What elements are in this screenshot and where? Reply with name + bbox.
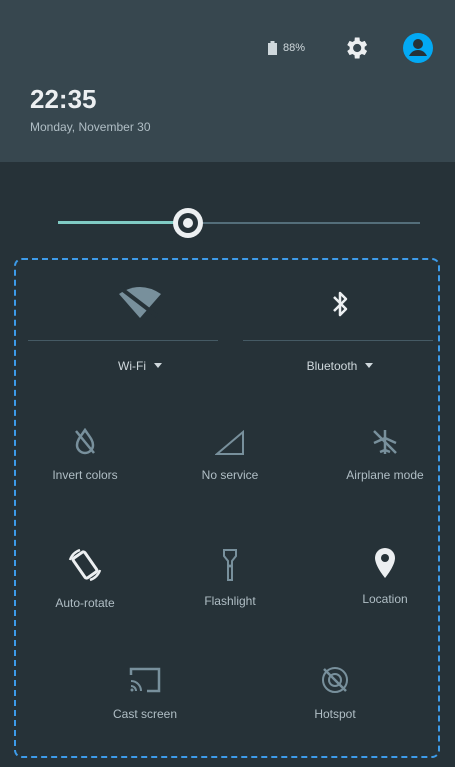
bluetooth-divider [243,340,433,341]
flashlight-label: Flashlight [204,594,256,608]
bluetooth-label: Bluetooth [306,359,358,373]
brightness-thumb-icon[interactable] [172,207,204,239]
invert-colors-tile[interactable]: Invert colors [30,428,140,482]
bluetooth-caret-icon [365,363,374,369]
settings-gear-icon[interactable] [342,34,370,62]
wifi-dropdown[interactable]: Wi-Fi [70,357,210,375]
cast-icon [129,667,161,693]
auto-rotate-label: Auto-rotate [55,596,115,610]
airplane-icon [373,430,397,454]
battery-percent: 88% [283,42,306,54]
clock-date: Monday, November 30 [30,120,151,134]
quick-settings-header: 88% 22:35 Monday, November 30 [0,0,455,162]
no-service-label: No service [201,468,259,482]
wifi-tile[interactable] [80,286,200,320]
invert-colors-label: Invert colors [52,468,118,482]
bluetooth-dropdown[interactable]: Bluetooth [270,357,410,375]
flashlight-tile[interactable]: Flashlight [180,548,280,608]
wifi-divider [28,340,218,341]
airplane-mode-label: Airplane mode [346,468,424,482]
airplane-mode-tile[interactable]: Airplane mode [325,428,445,482]
flashlight-icon [223,549,237,581]
cast-screen-label: Cast screen [112,707,178,721]
user-avatar-icon[interactable] [402,32,434,64]
invert-colors-icon [75,428,95,455]
bluetooth-icon [333,291,348,317]
location-tile[interactable]: Location [330,546,440,606]
no-service-tile[interactable]: No service [180,430,280,482]
hotspot-tile[interactable]: Hotspot [280,665,390,721]
hotspot-icon [322,667,348,693]
wifi-off-icon [119,287,161,318]
wifi-label: Wi-Fi [118,359,146,373]
auto-rotate-tile[interactable]: Auto-rotate [30,546,140,610]
bluetooth-tile[interactable] [300,288,380,320]
location-label: Location [362,592,408,606]
wifi-caret-icon [153,363,162,369]
location-icon [375,548,395,578]
rotate-icon [68,548,102,582]
clock-time: 22:35 [30,84,97,114]
signal-icon [215,430,244,455]
brightness-slider-fill [58,221,189,224]
hotspot-label: Hotspot [314,707,356,721]
cast-screen-tile[interactable]: Cast screen [80,665,210,721]
battery-status: 88% [268,41,305,55]
battery-icon [268,41,277,55]
